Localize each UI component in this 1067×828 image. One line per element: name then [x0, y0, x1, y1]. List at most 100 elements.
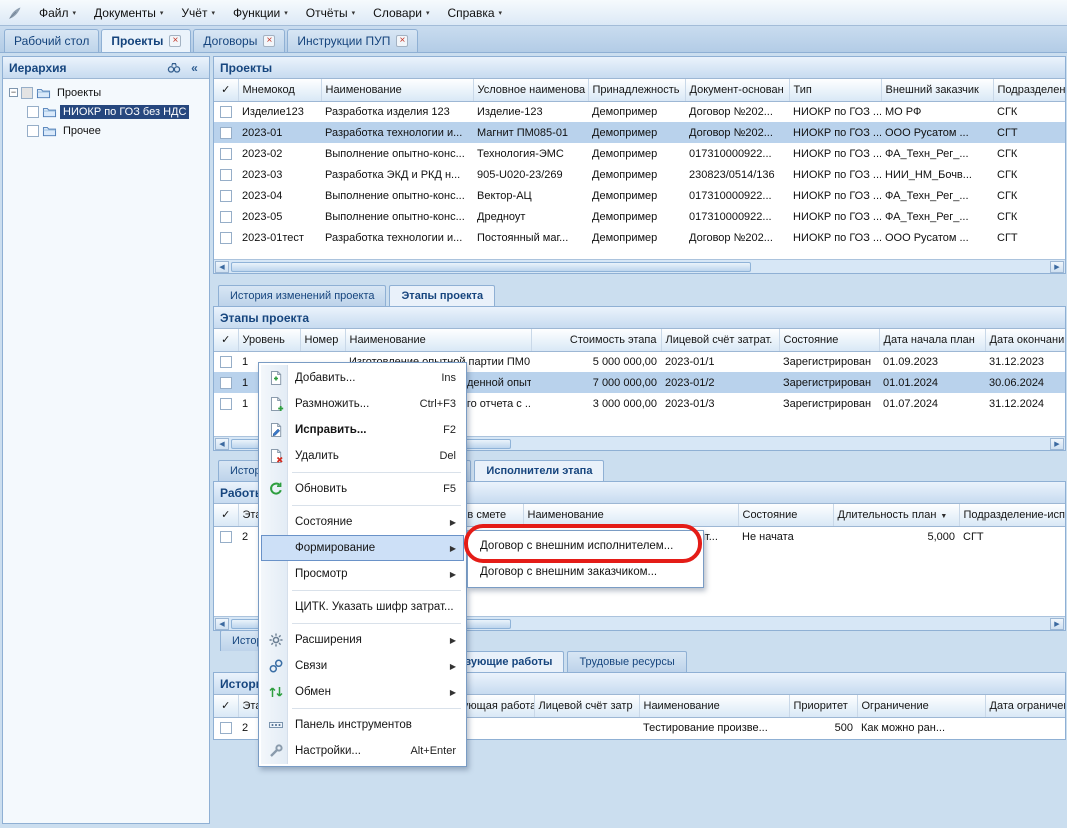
menubar-item-functions[interactable]: Функции▾ [224, 2, 297, 24]
column-header[interactable]: Состояние [779, 329, 879, 351]
column-header[interactable]: Документ-основан [685, 79, 789, 101]
select-all-header[interactable]: ✓ [214, 79, 238, 101]
menubar-item-help[interactable]: Справка▾ [438, 2, 511, 24]
menubar-item-dictionaries[interactable]: Словари▾ [364, 2, 438, 24]
column-header[interactable]: Лицевой счёт затр [534, 695, 639, 717]
column-header[interactable]: Лицевой счёт затрат. [661, 329, 779, 351]
scroll-left-icon[interactable]: ◀ [215, 261, 229, 273]
column-header[interactable]: Принадлежность [588, 79, 685, 101]
submenu-item-contract-external-executor[interactable]: Договор с внешним исполнителем... [470, 533, 701, 559]
row-checkbox[interactable] [220, 106, 232, 118]
works-tab-2[interactable]: Исполнители этапа [474, 460, 604, 481]
context-menu-item-formation[interactable]: Формирование▶ [261, 535, 464, 561]
row-checkbox[interactable] [220, 232, 232, 244]
scroll-left-icon[interactable]: ◀ [215, 438, 229, 450]
column-header[interactable]: Приоритет [789, 695, 857, 717]
stages-tab-0[interactable]: История изменений проекта [218, 285, 386, 306]
row-checkbox[interactable] [220, 531, 232, 543]
table-row[interactable]: 2023-01Разработка технологии и...Магнит … [214, 122, 1065, 143]
menubar-item-reports[interactable]: Отчёты▾ [297, 2, 364, 24]
projects-hscrollbar[interactable]: ◀▶ [214, 259, 1065, 273]
tab-pup-instructions[interactable]: Инструкции ПУП× [287, 29, 418, 52]
column-header[interactable]: Тип [789, 79, 881, 101]
tree-item-0[interactable]: −Проекты [3, 83, 209, 102]
tree-item-1[interactable]: НИОКР по ГОЗ без НДС [3, 102, 209, 121]
scroll-left-icon[interactable]: ◀ [215, 618, 229, 630]
tree-item-2[interactable]: Прочее [3, 121, 209, 140]
stages-tab-1[interactable]: Этапы проекта [389, 285, 495, 306]
context-menu-item-refresh[interactable]: ОбновитьF5 [261, 476, 464, 502]
context-menu-item-extensions[interactable]: Расширения▶ [261, 627, 464, 653]
context-menu-item-delete[interactable]: УдалитьDel [261, 443, 464, 469]
column-header[interactable]: Стоимость этапа [531, 329, 661, 351]
column-header[interactable]: Дата окончани [985, 329, 1065, 351]
table-row[interactable]: 2023-04Выполнение опытно-конс...Вектор-А… [214, 185, 1065, 206]
context-menu-item-citk-cost-code[interactable]: ЦИТК. Указать шифр затрат... [261, 594, 464, 620]
row-checkbox[interactable] [220, 722, 232, 734]
tree-expander-icon[interactable]: − [9, 88, 18, 97]
context-menu-item-view[interactable]: Просмотр▶ [261, 561, 464, 587]
row-checkbox[interactable] [220, 127, 232, 139]
table-row[interactable]: 2023-03Разработка ЭКД и РКД н...905-U020… [214, 164, 1065, 185]
bottom-b-tab-1[interactable]: Трудовые ресурсы [567, 651, 686, 672]
column-header[interactable]: Наименование [321, 79, 473, 101]
column-header[interactable]: Условное наименова [473, 79, 588, 101]
column-header[interactable]: Состояние [738, 504, 833, 526]
tab-contracts[interactable]: Договоры× [193, 29, 285, 52]
collapse-panel-icon[interactable]: « [186, 60, 203, 76]
select-all-header[interactable]: ✓ [214, 504, 238, 526]
column-header[interactable]: Наименование [345, 329, 531, 351]
close-tab-icon[interactable]: × [263, 35, 275, 47]
row-checkbox[interactable] [220, 398, 232, 410]
context-menu-item-settings[interactable]: Настройки...Alt+Enter [261, 738, 464, 764]
column-header[interactable]: Наименование [639, 695, 789, 717]
row-checkbox[interactable] [220, 190, 232, 202]
table-row[interactable]: 2023-05Выполнение опытно-конс...Дредноут… [214, 206, 1065, 227]
column-header[interactable]: Уровень [238, 329, 300, 351]
column-header[interactable]: Дата начала план [879, 329, 985, 351]
row-checkbox[interactable] [220, 169, 232, 181]
column-header[interactable]: Наименование [523, 504, 738, 526]
row-checkbox[interactable] [220, 148, 232, 160]
column-header[interactable]: Мнемокод [238, 79, 321, 101]
select-all-header[interactable]: ✓ [214, 695, 238, 717]
scroll-right-icon[interactable]: ▶ [1050, 438, 1064, 450]
menubar-item-file[interactable]: Файл▾ [30, 2, 85, 24]
scroll-right-icon[interactable]: ▶ [1050, 261, 1064, 273]
close-tab-icon[interactable]: × [396, 35, 408, 47]
search-icon[interactable] [165, 60, 182, 76]
tree-checkbox[interactable] [21, 87, 33, 99]
row-checkbox[interactable] [220, 356, 232, 368]
cell: Разработка технологии и... [321, 122, 473, 143]
tree-checkbox[interactable] [27, 106, 39, 118]
scrollbar-thumb[interactable] [231, 262, 751, 272]
tab-projects[interactable]: Проекты× [101, 29, 191, 52]
context-menu-item-toolbar-panel[interactable]: Панель инструментов [261, 712, 464, 738]
context-menu-item-duplicate[interactable]: Размножить...Ctrl+F3 [261, 391, 464, 417]
column-header[interactable]: Дата ограничени [985, 695, 1065, 717]
scroll-right-icon[interactable]: ▶ [1050, 618, 1064, 630]
context-menu-item-edit[interactable]: Исправить...F2 [261, 417, 464, 443]
select-all-header[interactable]: ✓ [214, 329, 238, 351]
row-checkbox[interactable] [220, 377, 232, 389]
context-menu-item-state[interactable]: Состояние▶ [261, 509, 464, 535]
column-header[interactable]: Подразделение [993, 79, 1065, 101]
row-checkbox[interactable] [220, 211, 232, 223]
context-menu-item-exchange[interactable]: Обмен▶ [261, 679, 464, 705]
close-tab-icon[interactable]: × [169, 35, 181, 47]
table-row[interactable]: Изделие123Разработка изделия 123Изделие-… [214, 101, 1065, 122]
column-header[interactable]: Номер [300, 329, 345, 351]
menubar-item-documents[interactable]: Документы▾ [85, 2, 172, 24]
column-header[interactable]: Внешний заказчик [881, 79, 993, 101]
table-row[interactable]: 2023-01тестРазработка технологии и...Пос… [214, 227, 1065, 248]
menubar-item-accounting[interactable]: Учёт▾ [172, 2, 224, 24]
column-header[interactable]: Длительность план▼ [833, 504, 959, 526]
column-header[interactable]: Ограничение [857, 695, 985, 717]
submenu-item-contract-external-customer[interactable]: Договор с внешним заказчиком... [470, 559, 701, 585]
context-menu-item-add[interactable]: Добавить...Ins [261, 365, 464, 391]
tree-checkbox[interactable] [27, 125, 39, 137]
column-header[interactable]: Подразделение-испо [959, 504, 1065, 526]
tab-desktop[interactable]: Рабочий стол [4, 29, 99, 52]
table-row[interactable]: 2023-02Выполнение опытно-конс...Технолог… [214, 143, 1065, 164]
context-menu-item-links[interactable]: Связи▶ [261, 653, 464, 679]
